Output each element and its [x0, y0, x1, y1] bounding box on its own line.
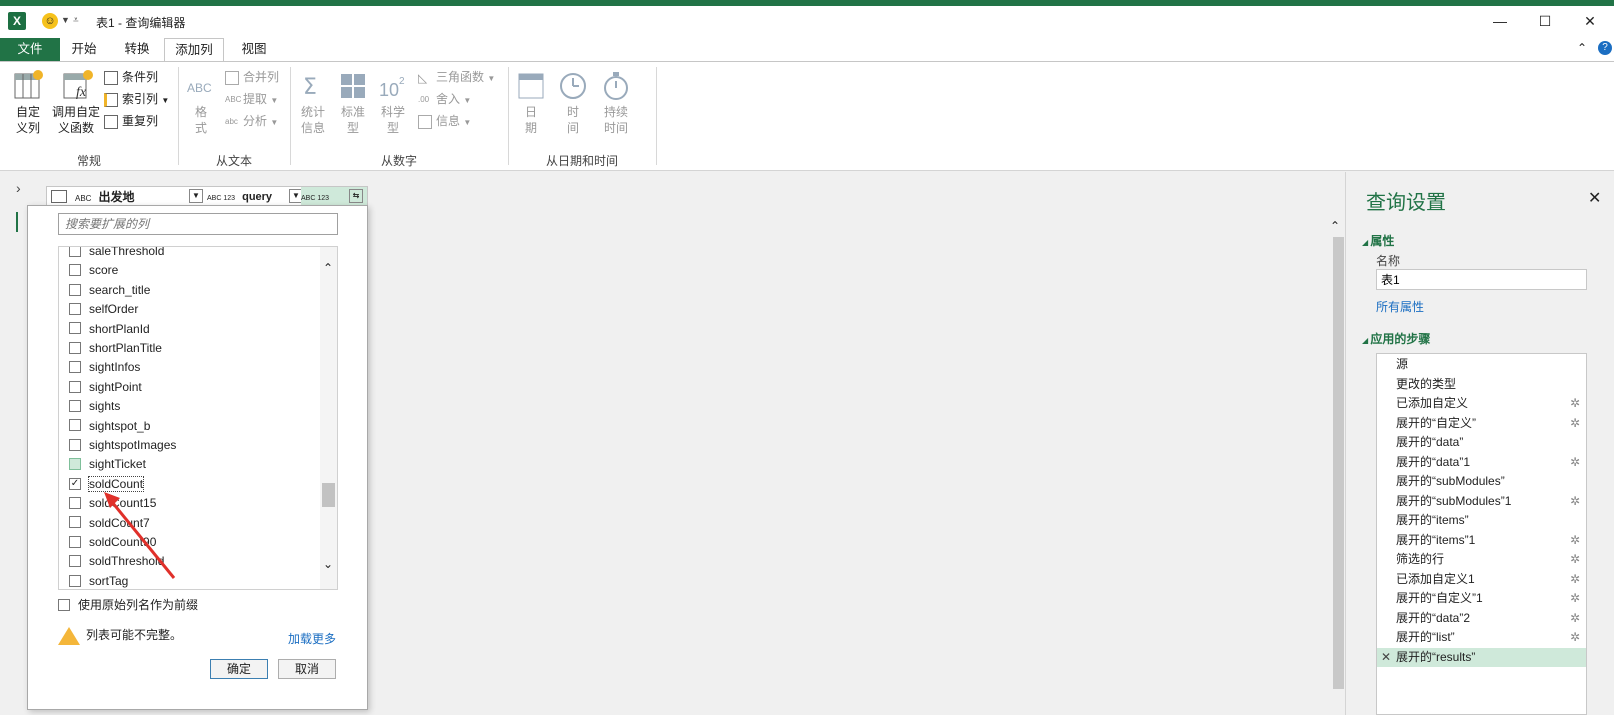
- step-settings-gear-icon[interactable]: ✲: [1570, 628, 1580, 647]
- applied-step-item[interactable]: 更改的类型: [1377, 375, 1586, 395]
- close-pane-icon[interactable]: ✕: [1588, 188, 1601, 208]
- applied-step-item[interactable]: ✕ 展开的“results”: [1377, 647, 1586, 667]
- applied-step-label: 展开的“list”: [1396, 630, 1455, 644]
- applied-step-item[interactable]: 已添加自定义1 ✲: [1377, 570, 1586, 590]
- applied-step-item[interactable]: 展开的“subModules”1 ✲: [1377, 492, 1586, 512]
- applied-step-label: 筛选的行: [1396, 552, 1445, 566]
- applied-steps-header[interactable]: ◢ 应用的步骤: [1362, 330, 1430, 347]
- applied-step-item[interactable]: 展开的“subModules”: [1377, 472, 1586, 492]
- applied-step-label: 更改的类型: [1396, 376, 1457, 391]
- applied-step-item[interactable]: 已添加自定义 ✲: [1377, 394, 1586, 414]
- applied-step-label: 展开的“自定义”1: [1396, 591, 1483, 605]
- applied-step-label: 展开的“data”2: [1396, 610, 1471, 625]
- properties-header[interactable]: ◢ 属性: [1362, 232, 1394, 249]
- applied-step-label: 展开的“results”: [1396, 649, 1476, 664]
- applied-step-label: 已添加自定义: [1396, 396, 1469, 410]
- step-settings-gear-icon[interactable]: ✲: [1570, 453, 1580, 472]
- applied-step-label: 展开的“items”1: [1396, 532, 1476, 547]
- all-properties-link[interactable]: 所有属性: [1376, 298, 1424, 315]
- applied-step-item[interactable]: 展开的“data”2 ✲: [1377, 609, 1586, 629]
- query-settings-pane: 查询设置 ✕ ◢ 属性 名称 所有属性 ◢ 应用的步骤 源更改的类型已添加自定义…: [1345, 172, 1614, 715]
- applied-step-label: 已添加自定义1: [1396, 571, 1475, 586]
- applied-step-item[interactable]: 展开的“items”: [1377, 511, 1586, 531]
- step-settings-gear-icon[interactable]: ✲: [1570, 570, 1580, 589]
- applied-step-item[interactable]: 展开的“data”1 ✲: [1377, 453, 1586, 473]
- step-settings-gear-icon[interactable]: ✲: [1570, 492, 1580, 511]
- applied-step-item[interactable]: 展开的“自定义”1 ✲: [1377, 589, 1586, 609]
- step-settings-gear-icon[interactable]: ✲: [1570, 550, 1580, 569]
- applied-step-label: 展开的“subModules”1: [1396, 493, 1512, 508]
- step-settings-gear-icon[interactable]: ✲: [1570, 414, 1580, 433]
- query-name-input[interactable]: [1376, 269, 1587, 290]
- applied-step-label: 展开的“data”: [1396, 435, 1464, 449]
- applied-step-label: 展开的“data”1: [1396, 454, 1471, 469]
- delete-step-icon[interactable]: ✕: [1381, 648, 1391, 667]
- applied-step-item[interactable]: 展开的“自定义” ✲: [1377, 414, 1586, 434]
- applied-step-label: 展开的“subModules”: [1396, 474, 1505, 488]
- applied-steps-list: 源更改的类型已添加自定义 ✲ 展开的“自定义” ✲ 展开的“data” 展开的“data”…: [1376, 353, 1587, 715]
- applied-step-item[interactable]: 展开的“data”: [1377, 433, 1586, 453]
- query-settings-title: 查询设置: [1366, 192, 1446, 214]
- applied-step-item[interactable]: 展开的“list” ✲: [1377, 628, 1586, 648]
- step-settings-gear-icon[interactable]: ✲: [1570, 394, 1580, 413]
- step-settings-gear-icon[interactable]: ✲: [1570, 589, 1580, 608]
- step-settings-gear-icon[interactable]: ✲: [1570, 609, 1580, 628]
- name-label: 名称: [1376, 254, 1401, 268]
- applied-step-item[interactable]: 筛选的行 ✲: [1377, 550, 1586, 570]
- step-settings-gear-icon[interactable]: ✲: [1570, 531, 1580, 550]
- applied-step-item[interactable]: 源: [1377, 355, 1586, 375]
- applied-step-label: 展开的“自定义”: [1396, 415, 1476, 430]
- applied-step-item[interactable]: 展开的“items”1 ✲: [1377, 531, 1586, 551]
- applied-step-label: 展开的“items”: [1396, 513, 1469, 527]
- applied-step-label: 源: [1396, 357, 1409, 371]
